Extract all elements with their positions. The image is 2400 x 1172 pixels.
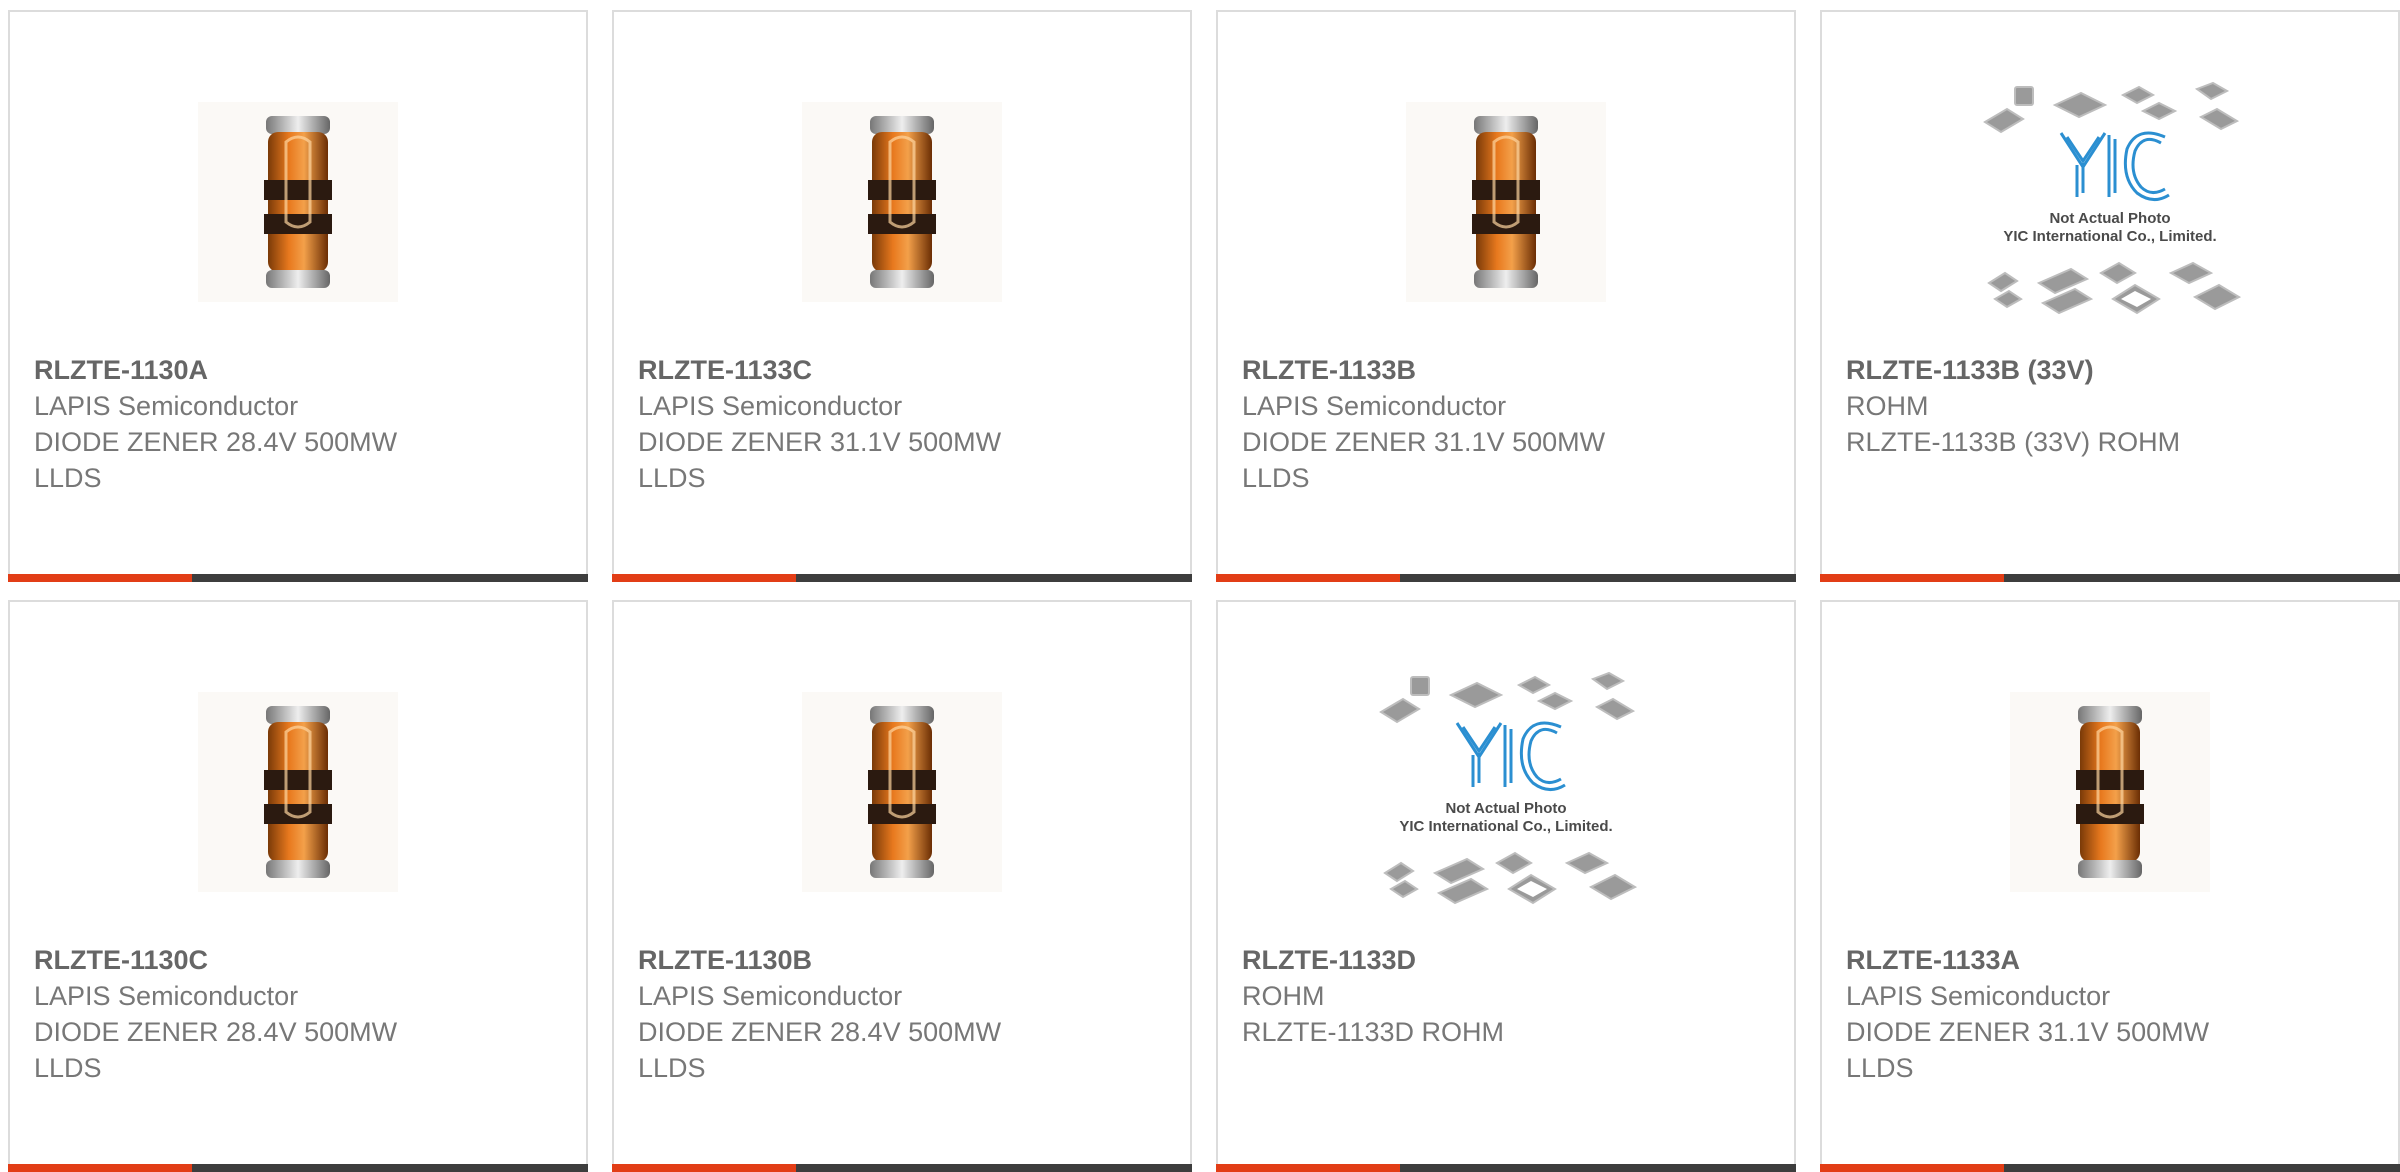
card-footer-bar [612,574,1192,582]
card-footer-bar [8,1164,588,1172]
card-footer-bar [8,574,588,582]
product-info: RLZTE-1133B LAPIS Semiconductor DIODE ZENE… [1242,352,1778,496]
manufacturer: ROHM [1242,981,1325,1011]
description-line: LLDS [1242,463,1310,493]
description-line: LLDS [638,1053,706,1083]
description-line: LLDS [34,463,102,493]
product-info: RLZTE-1133D ROHM RLZTE-1133D ROHM [1242,942,1778,1050]
card-footer-bar [1820,574,2400,582]
product-info: RLZTE-1133B (33V) ROHM RLZTE-1133B (33V) R… [1846,352,2382,460]
product-info: RLZTE-1130B LAPIS Semiconductor DIODE ZENE… [638,942,1174,1086]
product-card[interactable]: RLZTE-1130B LAPIS Semiconductor DIODE ZENE… [612,600,1192,1172]
product-card[interactable]: RLZTE-1130A LAPIS Semiconductor DIODE ZENE… [8,10,588,582]
card-footer-bar [612,1164,1192,1172]
manufacturer: LAPIS Semiconductor [1846,981,2111,1011]
card-footer-accent [1820,1164,2004,1172]
product-card[interactable]: RLZTE-1133B LAPIS Semiconductor DIODE ZENE… [1216,10,1796,582]
product-card[interactable]: Not Actual Photo YIC International Co., … [1216,600,1796,1172]
product-info: RLZTE-1130A LAPIS Semiconductor DIODE ZENE… [34,352,570,496]
manufacturer: LAPIS Semiconductor [34,391,299,421]
part-number[interactable]: RLZTE-1133C [638,352,1174,388]
part-number[interactable]: RLZTE-1130B [638,942,1174,978]
card-footer-accent [8,574,192,582]
part-number[interactable]: RLZTE-1130C [34,942,570,978]
description-line: DIODE ZENER 31.1V 500MW [638,427,1002,457]
svg-text:YIC International Co., Limited: YIC International Co., Limited. [1399,818,1612,835]
manufacturer: LAPIS Semiconductor [638,981,903,1011]
description-line: DIODE ZENER 28.4V 500MW [34,427,398,457]
part-number[interactable]: RLZTE-1133B (33V) [1846,352,2382,388]
product-card[interactable]: RLZTE-1130C LAPIS Semiconductor DIODE ZENE… [8,600,588,1172]
card-footer-bar [1216,1164,1796,1172]
description-line: DIODE ZENER 31.1V 500MW [1846,1017,2210,1047]
zener-diode-photo[interactable] [1218,72,1794,332]
part-number[interactable]: RLZTE-1133B [1242,352,1778,388]
description-line: LLDS [34,1053,102,1083]
part-number[interactable]: RLZTE-1133A [1846,942,2382,978]
card-footer-accent [612,574,796,582]
zener-diode-photo[interactable] [10,72,586,332]
description-line: LLDS [638,463,706,493]
zener-diode-photo[interactable] [614,72,1190,332]
yic-placeholder-image[interactable]: Not Actual Photo YIC International Co., … [1218,662,1794,922]
card-footer-accent [1216,1164,1400,1172]
yic-placeholder-image[interactable]: Not Actual Photo YIC International Co., … [1822,72,2398,332]
description-line: DIODE ZENER 31.1V 500MW [1242,427,1606,457]
card-footer-bar [1216,574,1796,582]
description-line: LLDS [1846,1053,1914,1083]
part-number[interactable]: RLZTE-1130A [34,352,570,388]
card-footer-accent [8,1164,192,1172]
product-card[interactable]: RLZTE-1133C LAPIS Semiconductor DIODE ZENE… [612,10,1192,582]
description-line: RLZTE-1133D ROHM [1242,1017,1505,1047]
manufacturer: LAPIS Semiconductor [34,981,299,1011]
product-card[interactable]: RLZTE-1133A LAPIS Semiconductor DIODE ZENE… [1820,600,2400,1172]
description-line: DIODE ZENER 28.4V 500MW [638,1017,1002,1047]
card-footer-accent [1216,574,1400,582]
product-card[interactable]: Not Actual Photo YIC International Co., … [1820,10,2400,582]
product-grid: RLZTE-1130A LAPIS Semiconductor DIODE ZENE… [0,0,2400,1172]
zener-diode-photo[interactable] [1822,662,2398,922]
zener-diode-photo[interactable] [10,662,586,922]
zener-diode-photo[interactable] [614,662,1190,922]
svg-text:Not Actual Photo: Not Actual Photo [1445,800,1566,817]
description-line: DIODE ZENER 28.4V 500MW [34,1017,398,1047]
svg-text:YIC International Co., Limited: YIC International Co., Limited. [2003,228,2216,245]
product-info: RLZTE-1133A LAPIS Semiconductor DIODE ZENE… [1846,942,2382,1086]
card-footer-bar [1820,1164,2400,1172]
manufacturer: LAPIS Semiconductor [1242,391,1507,421]
part-number[interactable]: RLZTE-1133D [1242,942,1778,978]
description-line: RLZTE-1133B (33V) ROHM [1846,427,2181,457]
manufacturer: LAPIS Semiconductor [638,391,903,421]
card-footer-accent [612,1164,796,1172]
product-info: RLZTE-1130C LAPIS Semiconductor DIODE ZENE… [34,942,570,1086]
card-footer-accent [1820,574,2004,582]
manufacturer: ROHM [1846,391,1929,421]
svg-text:Not Actual Photo: Not Actual Photo [2049,210,2170,227]
product-info: RLZTE-1133C LAPIS Semiconductor DIODE ZENE… [638,352,1174,496]
